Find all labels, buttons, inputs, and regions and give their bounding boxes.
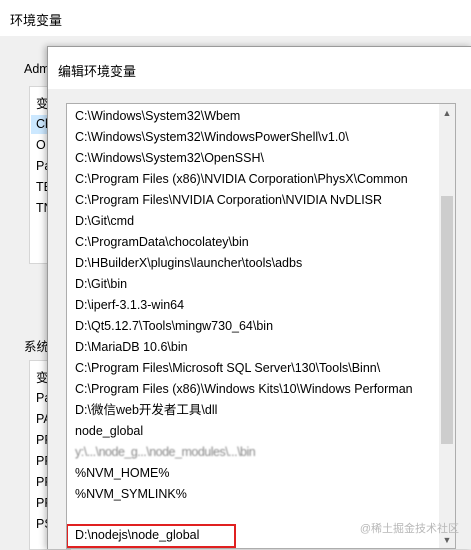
path-item-highlighted[interactable]: D:\nodejs\node_global	[67, 524, 236, 548]
dialog-title: 编辑环境变量	[58, 64, 137, 79]
path-item[interactable]: D:\微信web开发者工具\dll	[67, 400, 439, 421]
vertical-scrollbar[interactable]: ▲ ▼	[439, 104, 455, 548]
path-item[interactable]: C:\Program Files\Microsoft SQL Server\13…	[67, 358, 439, 379]
path-item[interactable]: C:\Program Files\NVIDIA Corporation\NVID…	[67, 190, 439, 211]
watermark: @稀土掘金技术社区	[359, 523, 459, 535]
path-item[interactable]: C:\Program Files (x86)\Windows Kits\10\W…	[67, 379, 439, 400]
path-item[interactable]: D:\iperf-3.1.3-win64	[67, 295, 439, 316]
scroll-up-arrow-icon[interactable]: ▲	[439, 104, 455, 121]
path-item[interactable]: %NVM_HOME%	[67, 463, 439, 484]
path-item[interactable]: D:\Git\bin	[67, 274, 439, 295]
path-item[interactable]: node_global	[67, 421, 439, 442]
path-item[interactable]: C:\Program Files (x86)\NVIDIA Corporatio…	[67, 169, 439, 190]
list-item[interactable]: O	[36, 138, 46, 152]
path-item[interactable]: C:\Windows\System32\OpenSSH\	[67, 148, 439, 169]
path-item-blurred[interactable]: y:\...\node_g...\node_modules\...\bin	[67, 442, 439, 463]
edit-environment-variable-dialog: 编辑环境变量 C:\Windows\System32\Wbem C:\Windo…	[47, 46, 471, 549]
path-item[interactable]: D:\Qt5.12.7\Tools\mingw730_64\bin	[67, 316, 439, 337]
path-item[interactable]: D:\HBuilderX\plugins\launcher\tools\adbs	[67, 253, 439, 274]
path-item[interactable]: C:\Windows\System32\Wbem	[67, 106, 439, 127]
path-item[interactable]: D:\Git\cmd	[67, 211, 439, 232]
path-item[interactable]: D:\MariaDB 10.6\bin	[67, 337, 439, 358]
path-item[interactable]: C:\ProgramData\chocolatey\bin	[67, 232, 439, 253]
user-variables-label: Adm	[24, 62, 50, 76]
path-list[interactable]: C:\Windows\System32\Wbem C:\Windows\Syst…	[66, 103, 456, 549]
path-item[interactable]: %NVM_SYMLINK%	[67, 484, 439, 505]
path-item[interactable]: C:\Windows\System32\WindowsPowerShell\v1…	[67, 127, 439, 148]
title-bar: 环境变量	[0, 0, 471, 36]
system-variables-label: 系统	[24, 340, 50, 354]
scroll-thumb[interactable]	[441, 196, 453, 444]
dialog-title-bar: 编辑环境变量	[48, 47, 471, 89]
window-title: 环境变量	[10, 13, 63, 28]
